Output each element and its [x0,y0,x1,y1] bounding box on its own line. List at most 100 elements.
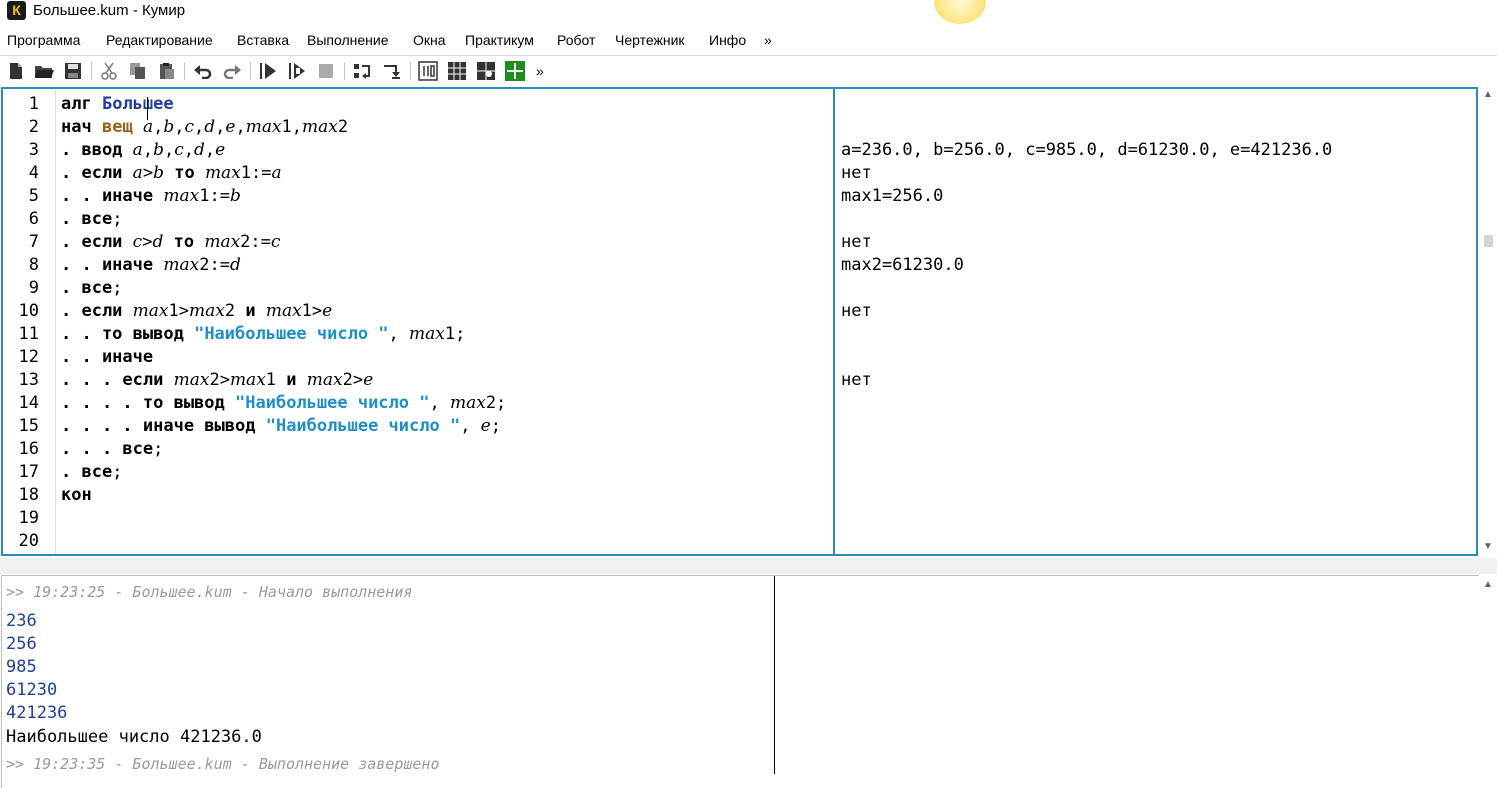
drawer-icon[interactable] [505,61,525,81]
code-line[interactable]: . . иначе max2:=d [61,254,241,277]
code-token: c [132,232,143,252]
code-line[interactable]: алг Большее [61,93,174,116]
code-token: . если [61,232,123,252]
code-token: 1:= [199,186,230,206]
variables-icon[interactable] [418,61,438,81]
menu-program[interactable]: Программа [7,32,80,48]
code-token: . все [61,278,113,298]
cut-icon[interactable] [99,61,119,81]
code-token: max [306,370,343,390]
scroll-up-icon[interactable]: ▲ [1483,89,1493,100]
code-token: max [245,117,282,137]
code-token: e [363,370,374,390]
menu-robot[interactable]: Робот [557,32,595,48]
line-number: 14 [18,393,39,413]
code-token: 1, [281,117,303,137]
code-token: > [142,232,153,252]
code-area[interactable]: алг Большее нач вещ a,b,c,d,e,max1,max2. … [61,89,831,554]
code-line[interactable]: . ввод a,b,c,d,e [61,139,225,162]
menu-practicum[interactable]: Практикум [465,32,534,48]
menu-drawer[interactable]: Чертежник [615,32,685,48]
code-line[interactable]: . все; [61,277,122,300]
redo-icon[interactable] [222,61,242,81]
code-token: . . иначе [61,186,154,206]
program-editor[interactable]: 1 2 3 4 5 6 7 8 9 10 11 12 13 14 15 16 17 18 19 20 алг Боль… [1,87,1478,556]
code-token: max [449,393,486,413]
console-start-message: >> 19:23:25 - Большее.kum - Начало выпол… [6,583,413,601]
code-token: e [480,416,491,436]
code-line[interactable]: . . иначе [61,346,153,369]
code-line[interactable]: . . иначе max1:=b [61,185,241,208]
save-icon[interactable] [63,61,83,81]
open-folder-icon[interactable] [34,61,54,81]
margin-splitter[interactable] [833,89,835,554]
menu-insert[interactable]: Вставка [237,32,289,48]
code-token: ; [490,416,501,436]
console-splitter[interactable] [774,576,775,774]
scroll-down-icon[interactable]: ▼ [1483,541,1493,552]
console-scrollbar[interactable]: ▲ [1481,575,1496,787]
code-line[interactable]: . . . . иначе вывод "Наибольшее число ",… [61,415,501,438]
undo-icon[interactable] [193,61,213,81]
code-line[interactable]: нач вещ a,b,c,d,e,max1,max2 [61,116,348,139]
code-line[interactable]: . . . если max2>max1 и max2>e [61,369,373,392]
menu-windows[interactable]: Окна [413,32,446,48]
code-line[interactable]: . если max1>max2 и max1>e [61,300,332,323]
scroll-thumb[interactable] [1484,235,1493,247]
paste-icon[interactable] [157,61,177,81]
robot-icon[interactable] [476,61,496,81]
stop-icon[interactable] [316,61,336,81]
code-token: > [142,163,154,183]
code-token: max [163,255,200,275]
code-line[interactable]: . все; [61,461,122,484]
code-token: . если [61,163,123,183]
menu-run[interactable]: Выполнение [307,32,388,48]
code-token: 2 [224,301,246,321]
toolbar-overflow-button[interactable]: » [536,63,544,79]
code-token: "Наибольшее число " [194,324,389,344]
line-number: 18 [18,485,39,505]
code-token: max [132,301,169,321]
code-line[interactable]: . если c>d то max2:=c [61,231,280,254]
code-line[interactable]: . . . все; [61,438,163,461]
panel-divider[interactable] [0,558,1497,574]
code-token: и [286,370,297,390]
toolbar-separator [250,62,251,80]
line-number: 5 [28,186,39,206]
run-step-icon[interactable] [287,61,307,81]
margin-value: нет [841,232,872,252]
line-number: 13 [18,370,39,390]
menu-info[interactable]: Инфо [709,32,746,48]
code-line[interactable]: . если a>b то max1:=a [61,162,282,185]
line-number: 9 [28,278,39,298]
run-icon[interactable] [258,61,278,81]
code-token: , [153,117,164,137]
code-token: max [229,370,266,390]
code-token: 2:= [240,232,271,252]
code-token: e [215,140,226,160]
menu-overflow-button[interactable]: » [764,32,772,48]
code-line[interactable]: . все; [61,208,122,231]
grid-icon[interactable] [447,61,467,81]
code-line[interactable]: . . то вывод "Наибольшее число ", max1; [61,323,465,346]
margin-value: нет [841,370,872,390]
new-file-icon[interactable] [6,61,26,81]
step-into-icon[interactable] [353,61,373,81]
console-input-line: 61230 [6,680,58,700]
code-token: 2> [209,370,230,390]
code-line[interactable]: . . . . то вывод "Наибольшее число ", ma… [61,392,506,415]
code-line[interactable]: кон [61,484,92,507]
menu-edit[interactable]: Редактирование [106,32,213,48]
editor-scrollbar[interactable]: ▲ ▼ [1481,87,1496,556]
copy-icon[interactable] [128,61,148,81]
step-out-icon[interactable] [382,61,402,81]
code-token: 1:= [240,163,272,183]
line-number: 12 [18,347,39,367]
scroll-up-icon[interactable]: ▲ [1483,579,1493,590]
code-token: . . . если [61,370,164,390]
window-title: Большее.kum - Кумир [33,2,186,19]
